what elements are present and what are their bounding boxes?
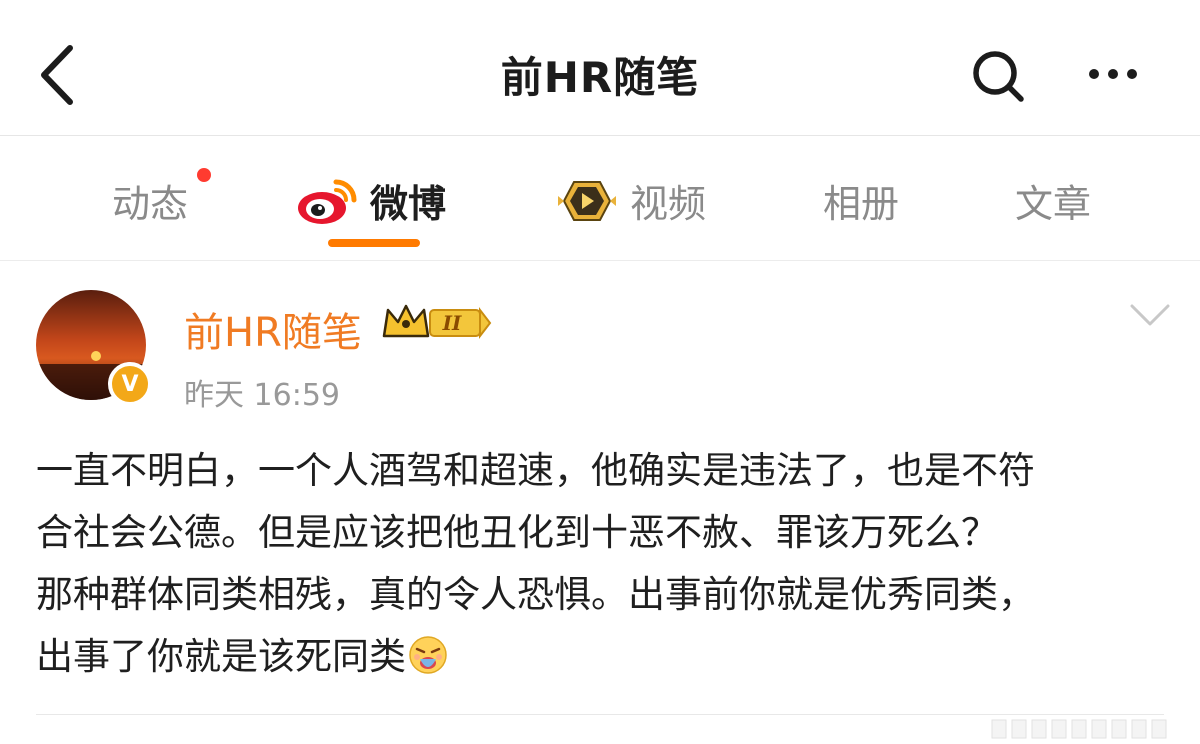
- emoji-icon: [409, 636, 447, 674]
- weibo-logo-icon: [298, 179, 357, 224]
- level-text: II: [442, 311, 462, 335]
- tab-article[interactable]: 文章: [1015, 173, 1091, 228]
- tab-weibo[interactable]: 微博: [296, 173, 446, 228]
- post-line: 那种群体同类相残，真的令人恐惧。出事前你就是优秀同类，: [36, 573, 1035, 616]
- profile-tabs: 动态 微博 视频 相册 文章: [0, 137, 1200, 261]
- tab-album[interactable]: 相册: [823, 173, 899, 228]
- verified-badge: V: [108, 362, 152, 406]
- post-time: 昨天 16:59: [184, 378, 340, 413]
- post-divider: [36, 714, 1164, 715]
- tab-video[interactable]: 视频: [556, 173, 706, 228]
- crown-level-icon[interactable]: II: [380, 300, 492, 344]
- crown-level-graphic: II: [382, 304, 492, 339]
- watermark-graphic: [991, 719, 1167, 739]
- chevron-down-icon[interactable]: [1128, 300, 1172, 330]
- top-bar: 前HR随笔: [0, 0, 1200, 136]
- post-line: 一直不明白，一个人酒驾和超速，他确实是违法了，也是不符: [36, 449, 1035, 492]
- tab-label: 微博: [370, 182, 447, 226]
- tab-label: 文章: [1015, 182, 1092, 226]
- active-tab-indicator: [328, 239, 420, 247]
- tab-label: 视频: [630, 182, 707, 226]
- tab-label: 动态: [112, 182, 189, 226]
- tab-label: 相册: [823, 182, 900, 226]
- tab-dynamic[interactable]: 动态: [112, 173, 188, 228]
- search-icon[interactable]: [968, 46, 1028, 106]
- author-name[interactable]: 前HR随笔: [184, 300, 362, 358]
- post-content: 一直不明白，一个人酒驾和超速，他确实是违法了，也是不符 合社会公德。但是应该把他…: [36, 440, 1176, 688]
- post-line: 合社会公德。但是应该把他丑化到十恶不赦、罪该万死么？: [36, 511, 998, 554]
- notification-dot: [197, 168, 211, 182]
- post-line-last: 出事了你就是该死同类: [36, 626, 1176, 688]
- video-logo-icon: [558, 180, 616, 221]
- post-line-text: 出事了你就是该死同类: [36, 635, 406, 678]
- more-icon[interactable]: [1084, 60, 1144, 90]
